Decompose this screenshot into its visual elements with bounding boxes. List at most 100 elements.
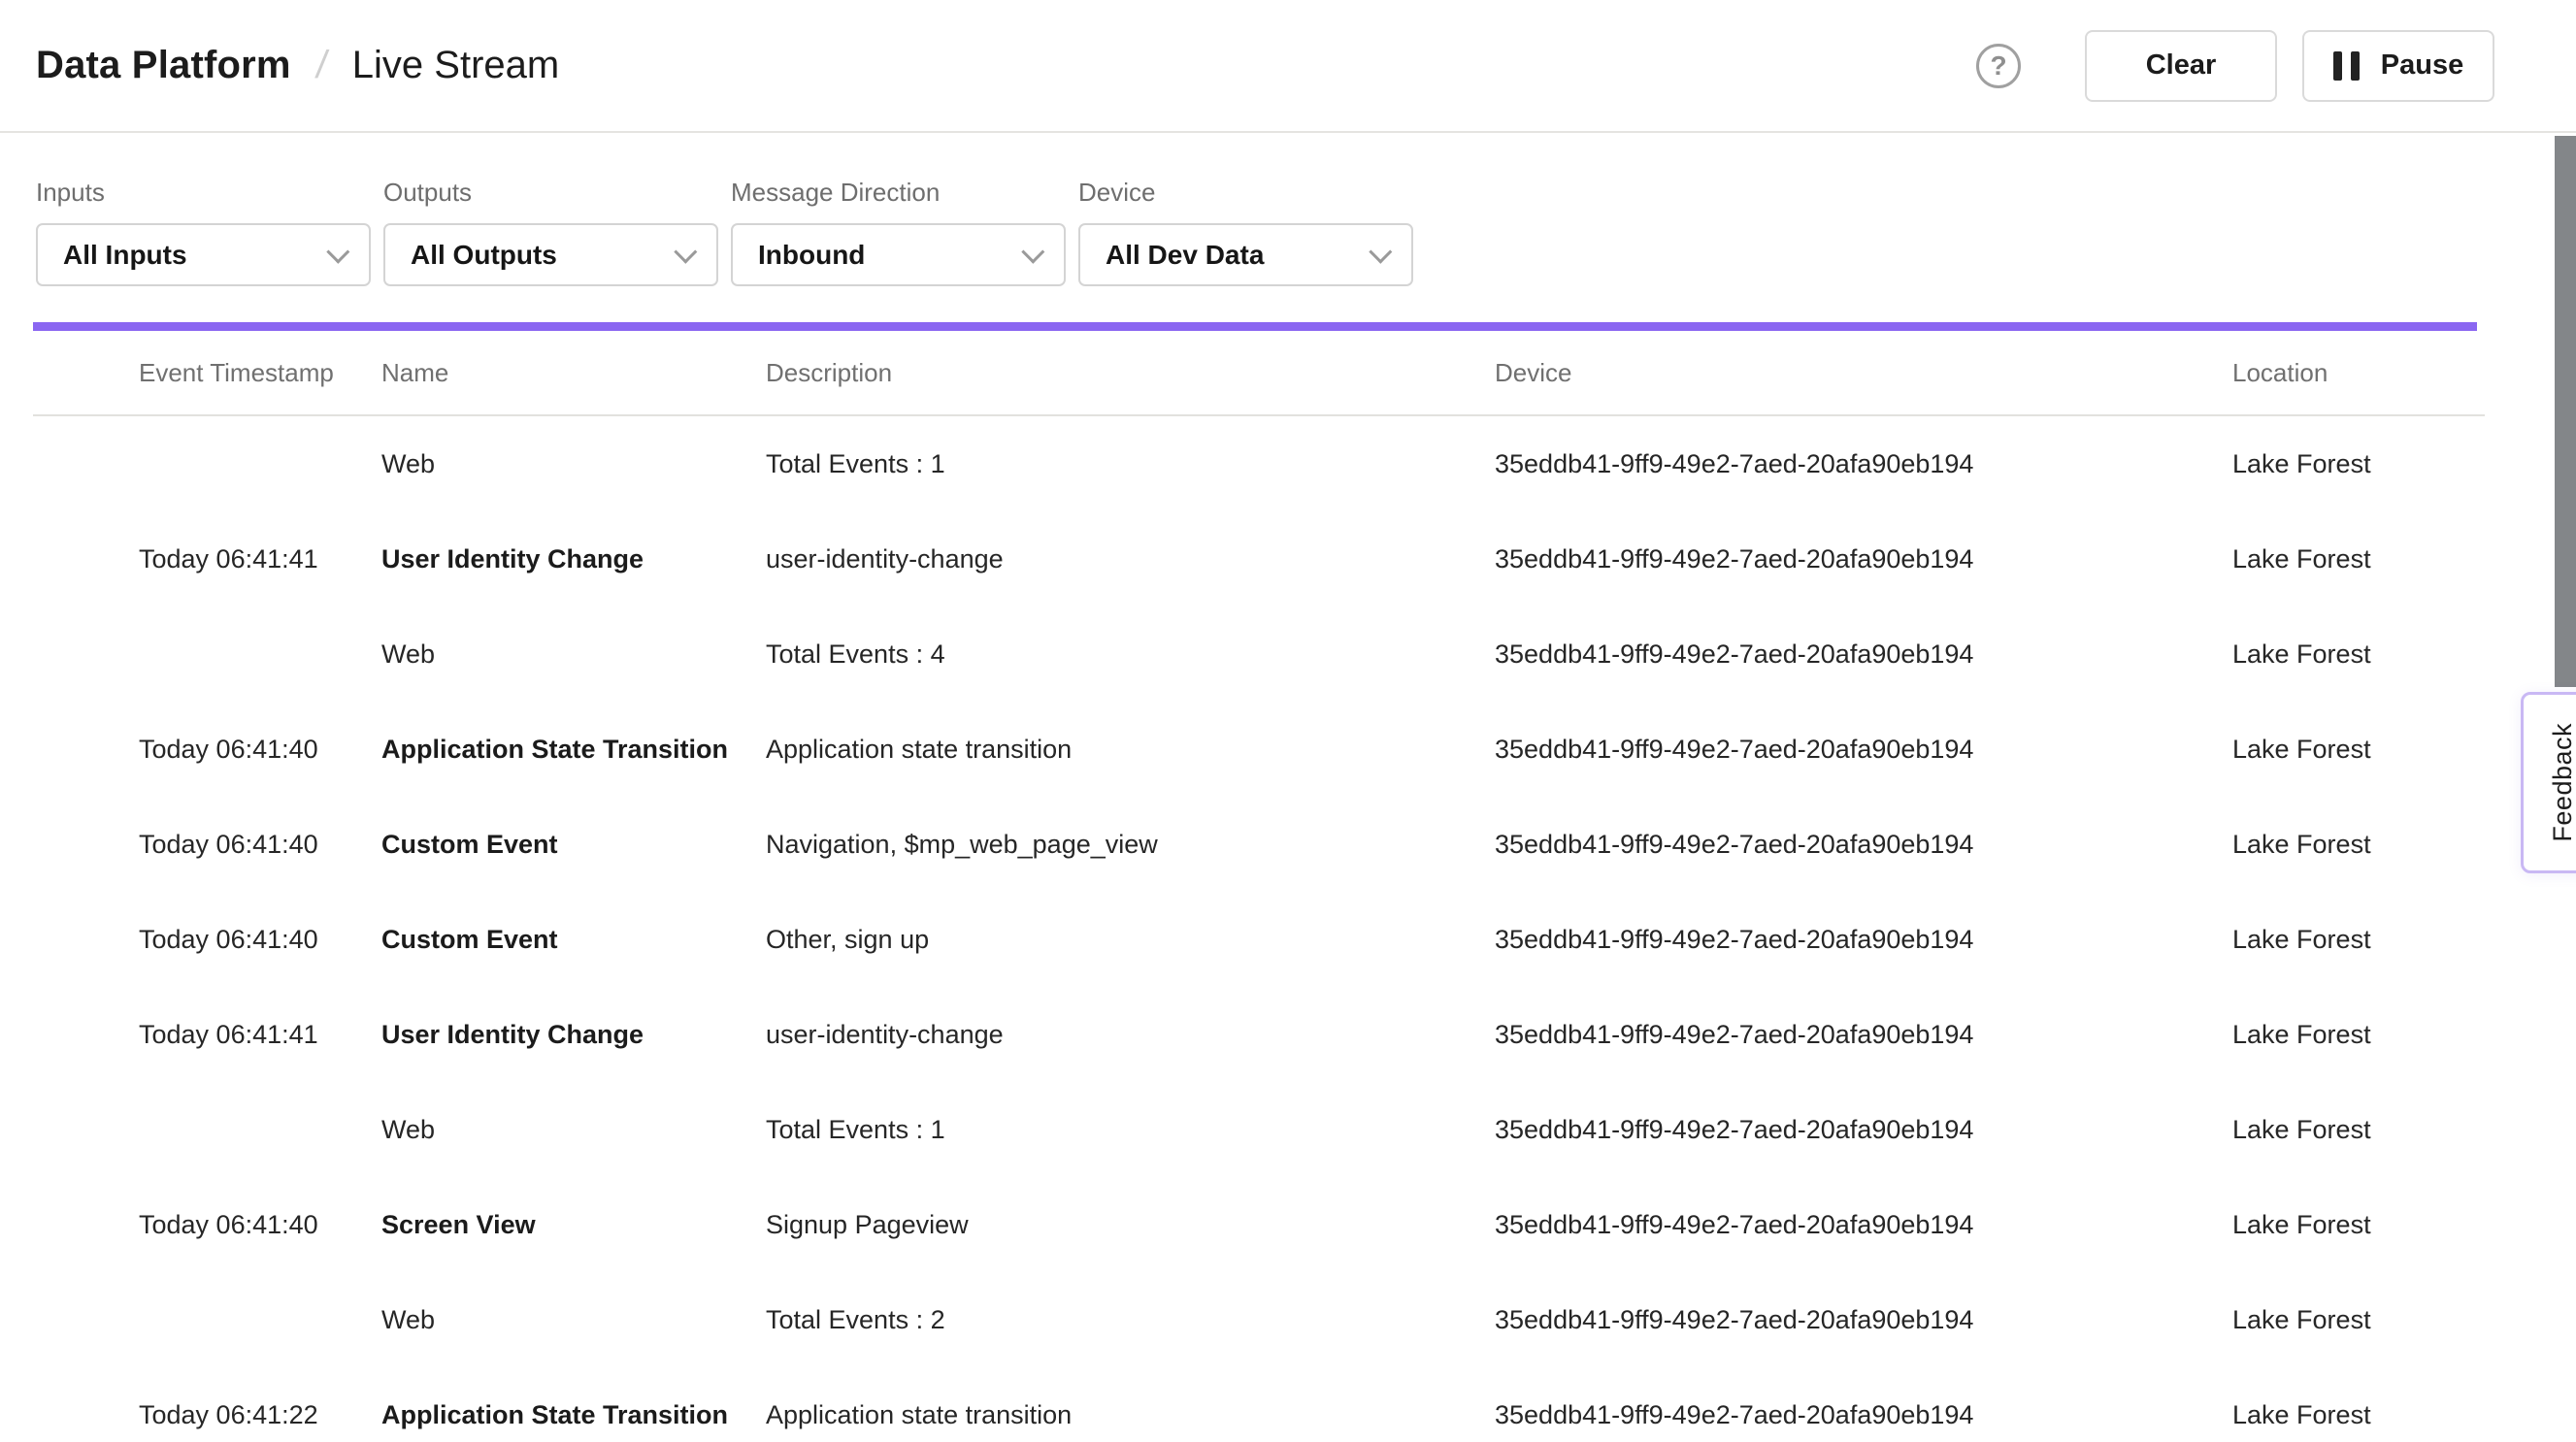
- filter-dropdown[interactable]: All Outputs: [383, 223, 718, 286]
- table-row[interactable]: Today 06:41:40 Custom Event Other, sign …: [33, 892, 2485, 987]
- cell-description: user-identity-change: [766, 544, 1495, 574]
- column-header-description: Description: [766, 358, 1495, 388]
- cell-event-timestamp: Today 06:41:41: [139, 544, 381, 574]
- cell-device: 35eddb41-9ff9-49e2-7aed-20afa90eb194: [1495, 1305, 2232, 1335]
- table-row[interactable]: Today 06:41:41 User Identity Change user…: [33, 987, 2485, 1082]
- chevron-down-icon: [1021, 241, 1044, 264]
- table-row[interactable]: Today 06:41:22 Application State Transit…: [33, 1367, 2485, 1442]
- page-title: Live Stream: [352, 44, 559, 87]
- filter-selected-value: All Outputs: [411, 240, 557, 271]
- table-body: Web Total Events : 1 35eddb41-9ff9-49e2-…: [33, 416, 2485, 1442]
- cell-event-timestamp: Today 06:41:41: [139, 1020, 381, 1050]
- chevron-down-icon: [326, 241, 349, 264]
- column-header-device: Device: [1495, 358, 2232, 388]
- filter-selected-value: All Dev Data: [1106, 240, 1264, 271]
- table-row[interactable]: Today 06:41:41 User Identity Change user…: [33, 511, 2485, 606]
- accent-bar: [33, 322, 2477, 331]
- filter-label: Message Direction: [731, 178, 1066, 208]
- cell-name: User Identity Change: [381, 544, 766, 574]
- table-row[interactable]: Web Total Events : 2 35eddb41-9ff9-49e2-…: [33, 1272, 2485, 1367]
- cell-location: Lake Forest: [2232, 1305, 2485, 1335]
- cell-name: Custom Event: [381, 830, 766, 860]
- header-actions: ? Clear Pause: [1976, 30, 2494, 102]
- vertical-scrollbar-thumb[interactable]: [2555, 136, 2576, 687]
- cell-event-timestamp: Today 06:41:40: [139, 925, 381, 955]
- table-row[interactable]: Web Total Events : 1 35eddb41-9ff9-49e2-…: [33, 1082, 2485, 1177]
- table-row[interactable]: Today 06:41:40 Screen View Signup Pagevi…: [33, 1177, 2485, 1272]
- cell-description: user-identity-change: [766, 1020, 1495, 1050]
- feedback-tab[interactable]: Feedback: [2521, 692, 2576, 873]
- cell-location: Lake Forest: [2232, 830, 2485, 860]
- breadcrumb-separator: /: [314, 44, 330, 87]
- cell-location: Lake Forest: [2232, 449, 2485, 479]
- cell-description: Application state transition: [766, 735, 1495, 765]
- live-stream-page: Data Platform / Live Stream ? Clear Paus…: [0, 0, 2576, 1442]
- cell-event-timestamp: Today 06:41:40: [139, 830, 381, 860]
- cell-description: Total Events : 1: [766, 449, 1495, 479]
- cell-location: Lake Forest: [2232, 639, 2485, 670]
- column-header-location: Location: [2232, 358, 2485, 388]
- filter-dropdown[interactable]: Inbound: [731, 223, 1066, 286]
- cell-location: Lake Forest: [2232, 735, 2485, 765]
- filter-group: Device All Dev Data: [1078, 178, 1413, 286]
- cell-name: Application State Transition: [381, 735, 766, 765]
- filter-selected-value: All Inputs: [63, 240, 187, 271]
- cell-description: Other, sign up: [766, 925, 1495, 955]
- table-header-row: Event Timestamp Name Description Device …: [33, 331, 2485, 416]
- cell-description: Navigation, $mp_web_page_view: [766, 830, 1495, 860]
- chevron-down-icon: [674, 241, 697, 264]
- cell-name: Application State Transition: [381, 1400, 766, 1430]
- cell-device: 35eddb41-9ff9-49e2-7aed-20afa90eb194: [1495, 1400, 2232, 1430]
- cell-event-timestamp: Today 06:41:40: [139, 1210, 381, 1240]
- cell-device: 35eddb41-9ff9-49e2-7aed-20afa90eb194: [1495, 544, 2232, 574]
- filter-selected-value: Inbound: [758, 240, 865, 271]
- chevron-down-icon: [1369, 241, 1392, 264]
- cell-device: 35eddb41-9ff9-49e2-7aed-20afa90eb194: [1495, 735, 2232, 765]
- cell-description: Signup Pageview: [766, 1210, 1495, 1240]
- cell-device: 35eddb41-9ff9-49e2-7aed-20afa90eb194: [1495, 449, 2232, 479]
- cell-location: Lake Forest: [2232, 1020, 2485, 1050]
- column-header-event-timestamp: Event Timestamp: [139, 358, 381, 388]
- table-row[interactable]: Web Total Events : 4 35eddb41-9ff9-49e2-…: [33, 606, 2485, 702]
- cell-description: Total Events : 1: [766, 1115, 1495, 1145]
- cell-device: 35eddb41-9ff9-49e2-7aed-20afa90eb194: [1495, 639, 2232, 670]
- cell-name: Web: [381, 1115, 766, 1145]
- cell-device: 35eddb41-9ff9-49e2-7aed-20afa90eb194: [1495, 830, 2232, 860]
- cell-location: Lake Forest: [2232, 925, 2485, 955]
- cell-location: Lake Forest: [2232, 1115, 2485, 1145]
- cell-name: Web: [381, 449, 766, 479]
- top-header: Data Platform / Live Stream ? Clear Paus…: [0, 0, 2576, 133]
- cell-device: 35eddb41-9ff9-49e2-7aed-20afa90eb194: [1495, 1210, 2232, 1240]
- cell-name: Web: [381, 1305, 766, 1335]
- cell-name: Screen View: [381, 1210, 766, 1240]
- cell-location: Lake Forest: [2232, 1210, 2485, 1240]
- event-table: Event Timestamp Name Description Device …: [33, 331, 2485, 1442]
- cell-name: User Identity Change: [381, 1020, 766, 1050]
- pause-button[interactable]: Pause: [2302, 30, 2494, 102]
- filter-group: Inputs All Inputs: [36, 178, 371, 286]
- filters-bar: Inputs All Inputs Outputs All Outputs Me…: [0, 133, 2576, 322]
- cell-name: Custom Event: [381, 925, 766, 955]
- cell-device: 35eddb41-9ff9-49e2-7aed-20afa90eb194: [1495, 1115, 2232, 1145]
- table-row[interactable]: Today 06:41:40 Application State Transit…: [33, 702, 2485, 797]
- cell-description: Total Events : 2: [766, 1305, 1495, 1335]
- pause-button-label: Pause: [2381, 49, 2463, 82]
- table-row[interactable]: Today 06:41:40 Custom Event Navigation, …: [33, 797, 2485, 892]
- filter-group: Message Direction Inbound: [731, 178, 1066, 286]
- help-icon[interactable]: ?: [1976, 44, 2021, 88]
- cell-name: Web: [381, 639, 766, 670]
- breadcrumb-section[interactable]: Data Platform: [36, 44, 291, 87]
- feedback-tab-label: Feedback: [2534, 723, 2576, 842]
- cell-device: 35eddb41-9ff9-49e2-7aed-20afa90eb194: [1495, 925, 2232, 955]
- filter-dropdown[interactable]: All Dev Data: [1078, 223, 1413, 286]
- breadcrumb: Data Platform / Live Stream: [36, 44, 559, 87]
- cell-device: 35eddb41-9ff9-49e2-7aed-20afa90eb194: [1495, 1020, 2232, 1050]
- cell-event-timestamp: Today 06:41:22: [139, 1400, 381, 1430]
- filter-label: Inputs: [36, 178, 371, 208]
- cell-description: Total Events : 4: [766, 639, 1495, 670]
- filter-label: Outputs: [383, 178, 718, 208]
- pause-icon: [2333, 51, 2360, 81]
- table-row[interactable]: Web Total Events : 1 35eddb41-9ff9-49e2-…: [33, 416, 2485, 511]
- filter-dropdown[interactable]: All Inputs: [36, 223, 371, 286]
- clear-button[interactable]: Clear: [2085, 30, 2277, 102]
